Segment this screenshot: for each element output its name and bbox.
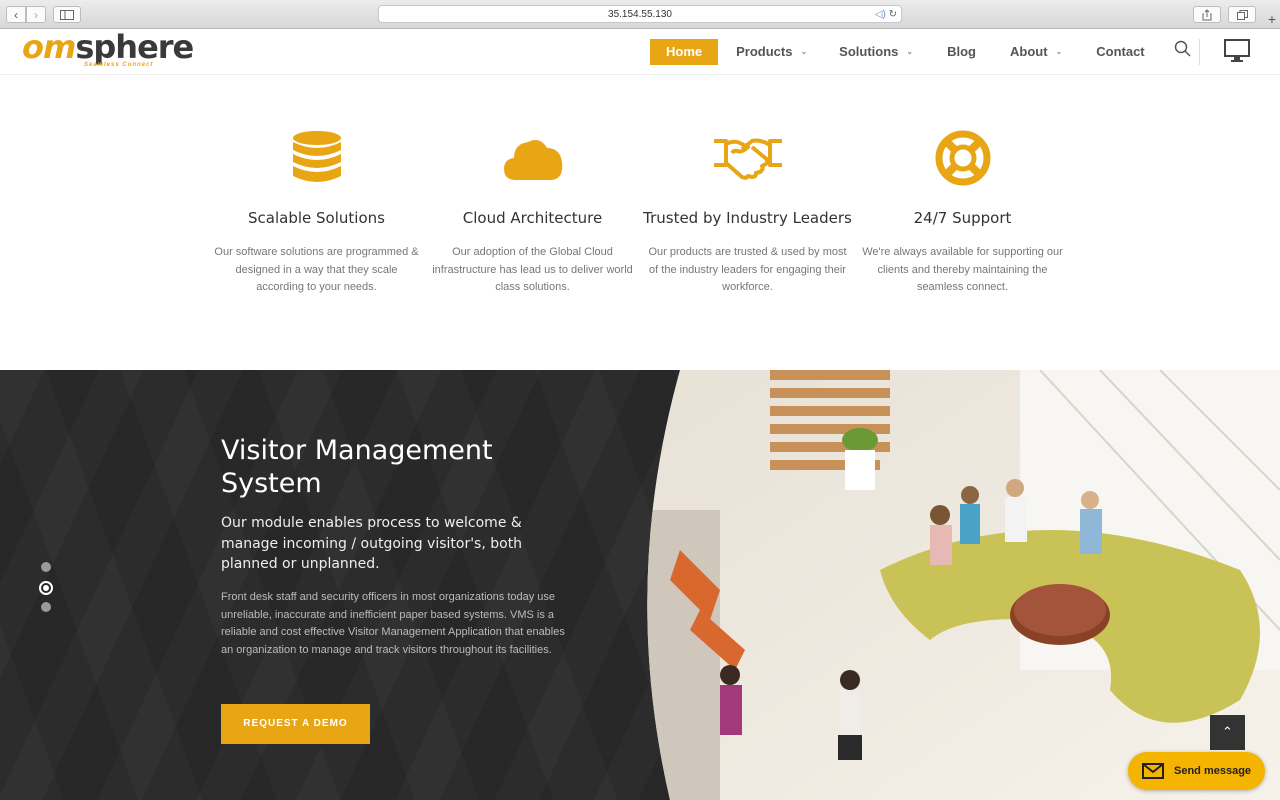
request-demo-button[interactable]: REQUEST A DEMO bbox=[221, 704, 370, 744]
feature-title: 24/7 Support bbox=[913, 209, 1012, 227]
header-divider bbox=[1199, 39, 1200, 65]
sidebar-toggle-button[interactable] bbox=[53, 6, 81, 23]
features-section: Scalable Solutions Our software solution… bbox=[0, 75, 1280, 370]
send-message-widget[interactable]: Send message bbox=[1128, 752, 1265, 790]
feature-card: Trusted by Industry Leaders Our products… bbox=[640, 127, 855, 297]
share-button[interactable] bbox=[1193, 6, 1221, 23]
scroll-to-top-button[interactable]: ⌃ bbox=[1210, 715, 1245, 750]
logo-text-om: om bbox=[22, 28, 76, 66]
brand-logo[interactable]: omsphere Seamless Connect bbox=[22, 28, 194, 68]
reload-icon[interactable]: ↻ bbox=[889, 9, 897, 20]
hero-subtitle: Our module enables process to welcome & … bbox=[221, 515, 523, 572]
nav-item-about[interactable]: About ⌄ bbox=[1010, 39, 1062, 65]
send-message-label: Send message bbox=[1174, 765, 1252, 777]
feature-title: Scalable Solutions bbox=[248, 209, 385, 227]
feature-desc: Our products are trusted & used by most … bbox=[648, 246, 847, 293]
hero-title: Visitor Management System bbox=[221, 435, 493, 499]
tabs-overview-button[interactable] bbox=[1228, 6, 1256, 23]
nav-item-blog[interactable]: Blog bbox=[947, 39, 976, 65]
share-icon bbox=[1202, 8, 1212, 20]
handshake-icon bbox=[713, 138, 782, 180]
nav-label: Products bbox=[736, 44, 793, 59]
hero-slider: Visitor Management System Our module ena… bbox=[0, 370, 1280, 800]
plus-icon: + bbox=[1267, 11, 1277, 27]
logo-text-sphere: sphere bbox=[75, 28, 194, 66]
nav-item-home[interactable]: Home bbox=[650, 39, 719, 65]
feature-title: Cloud Architecture bbox=[462, 209, 603, 227]
chevron-right-icon: › bbox=[34, 7, 38, 22]
address-bar[interactable]: 35.154.55.130 ◁) ↻ bbox=[378, 5, 902, 23]
monitor-icon[interactable] bbox=[1224, 39, 1250, 63]
browser-toolbar: ‹ › 35.154.55.130 ◁) ↻ + bbox=[0, 0, 1280, 29]
site-header: omsphere Seamless Connect Home Products ⌄… bbox=[0, 29, 1280, 75]
chevron-down-icon: ⌄ bbox=[906, 47, 914, 56]
tabs-icon bbox=[1236, 9, 1248, 20]
slider-dot-active[interactable] bbox=[39, 581, 53, 595]
speaker-icon[interactable]: ◁) bbox=[875, 9, 886, 20]
envelope-icon bbox=[1142, 763, 1164, 779]
sidebar-icon bbox=[60, 9, 74, 20]
lifebuoy-icon bbox=[935, 130, 990, 186]
feature-desc: Our adoption of the Global Cloud infrast… bbox=[432, 246, 633, 293]
chevron-down-icon: ⌄ bbox=[1055, 47, 1063, 56]
nav-item-contact[interactable]: Contact bbox=[1096, 39, 1144, 65]
logo-tagline: Seamless Connect bbox=[84, 62, 154, 68]
slider-dot[interactable] bbox=[41, 562, 51, 572]
back-button[interactable]: ‹ bbox=[6, 6, 26, 23]
slider-dot[interactable] bbox=[41, 602, 51, 612]
nav-label: About bbox=[1009, 44, 1048, 59]
forward-button[interactable]: › bbox=[26, 6, 46, 23]
nav-item-products[interactable]: Products ⌄ bbox=[736, 39, 807, 65]
main-menu: Home Products ⌄ Solutions ⌄ Blog About ⌄ Co… bbox=[650, 39, 1145, 65]
feature-card: 24/7 Support We're always available for … bbox=[855, 127, 1070, 297]
url-text: 35.154.55.130 bbox=[608, 9, 672, 20]
feature-title: Trusted by Industry Leaders bbox=[643, 209, 852, 227]
chevron-left-icon: ‹ bbox=[14, 7, 18, 22]
nav-label: Solutions bbox=[839, 44, 899, 59]
feature-desc: We're always available for supporting ou… bbox=[862, 246, 1063, 293]
cloud-icon bbox=[503, 140, 562, 180]
nav-label: Blog bbox=[947, 44, 976, 59]
search-icon[interactable] bbox=[1174, 40, 1192, 58]
hero-office-lobby-image bbox=[647, 370, 1280, 800]
nav-label: Home bbox=[666, 44, 703, 59]
chevron-down-icon: ⌄ bbox=[800, 47, 808, 56]
nav-label: Contact bbox=[1096, 44, 1145, 59]
hero-body: Front desk staff and security officers i… bbox=[221, 591, 565, 656]
chevron-up-icon: ⌃ bbox=[1222, 724, 1233, 739]
nav-item-solutions[interactable]: Solutions ⌄ bbox=[839, 39, 913, 65]
feature-card: Cloud Architecture Our adoption of the G… bbox=[425, 127, 640, 297]
feature-desc: Our software solutions are programmed & … bbox=[214, 246, 419, 293]
database-icon bbox=[292, 131, 341, 182]
new-tab-button[interactable]: + bbox=[1264, 10, 1280, 29]
feature-card: Scalable Solutions Our software solution… bbox=[209, 127, 424, 297]
